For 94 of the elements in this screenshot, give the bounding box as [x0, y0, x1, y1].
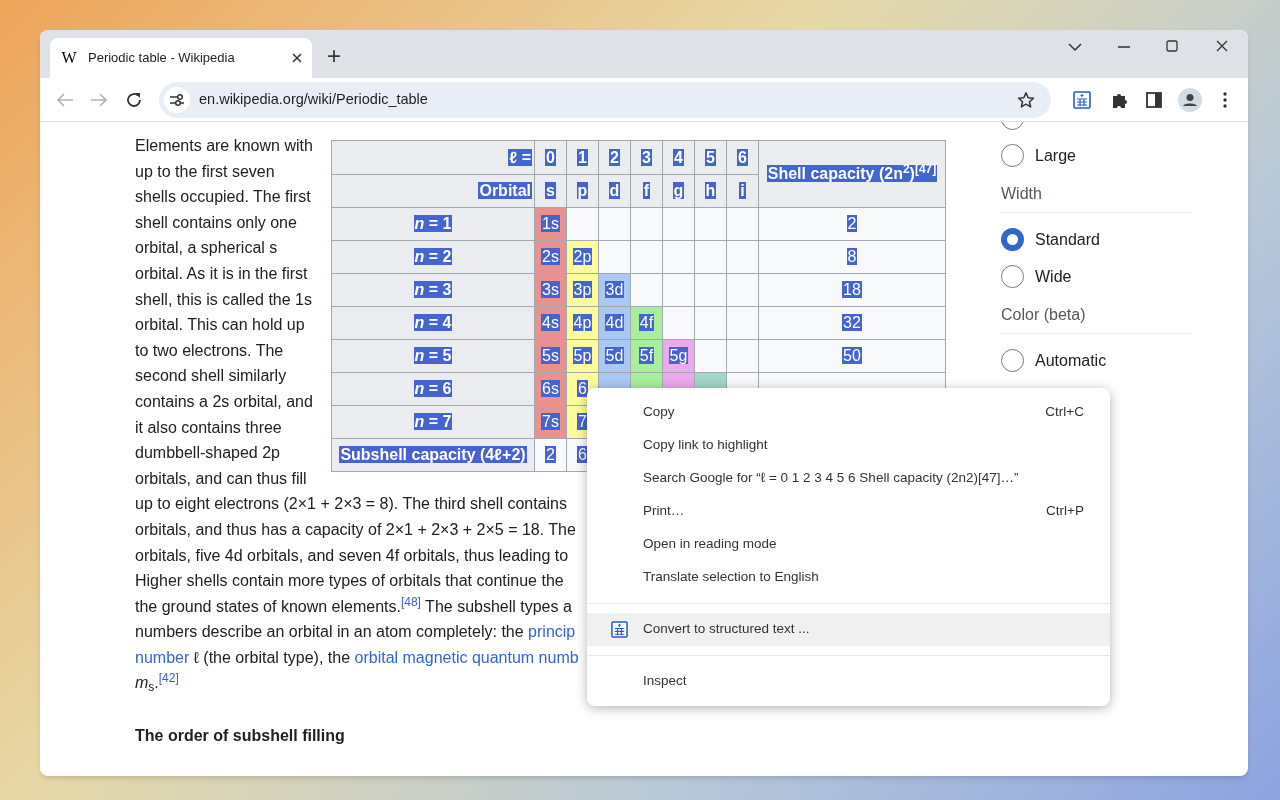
maximize-icon[interactable]	[1166, 40, 1178, 52]
radio-button[interactable]	[1001, 228, 1024, 251]
table-cell-text: 5d	[604, 347, 625, 364]
radio-button[interactable]	[1001, 144, 1024, 167]
table-cell-text: 2s	[541, 248, 560, 265]
table-cell-text: 6	[577, 446, 588, 463]
table-cell-text: 2	[609, 148, 620, 166]
table-cell-text: 50	[842, 347, 862, 364]
table-cell-text: n = 3	[413, 281, 453, 298]
table-cell-text: 6	[577, 380, 588, 397]
table-cell-text: d	[608, 182, 621, 199]
profile-avatar-icon[interactable]	[1178, 87, 1202, 112]
table-cell-text: 3s	[541, 281, 560, 298]
table-cell-text: ℓ =	[508, 148, 532, 166]
table-cell-text: Subshell capacity (4ℓ+2)	[339, 446, 527, 463]
table-cell-text: i	[739, 182, 746, 199]
more-options-icon[interactable]	[1223, 91, 1227, 108]
table-cell-text: 32	[842, 314, 862, 331]
group-heading: Color (beta)	[1001, 295, 1192, 334]
menu-item[interactable]: Copy link to highlight	[587, 429, 1110, 462]
table-cell-text: 1	[577, 148, 588, 166]
table-cell-text: 6	[737, 148, 748, 166]
table-cell-text: Orbital	[478, 182, 532, 199]
table-cell-text: 5	[705, 148, 716, 166]
url-text[interactable]: en.wikipedia.org/wiki/Periodic_table	[199, 88, 428, 111]
table-cell-text: 3	[641, 148, 652, 166]
section-heading: The order of subshell filling	[135, 726, 346, 747]
link[interactable]: princip	[528, 623, 576, 641]
table-cell-text: Shell capacity (2n$^{2}$)$^{[47]}$	[766, 165, 938, 182]
table-cell-text: p	[576, 182, 589, 199]
site-settings-icon[interactable]	[164, 86, 190, 113]
browser-tab[interactable]: W Periodic table - Wikipedia	[50, 38, 312, 78]
close-icon[interactable]	[1216, 40, 1228, 52]
table-cell-text: 7	[577, 413, 588, 430]
shortcut-text: Ctrl+P	[1046, 502, 1084, 521]
table-cell-text: 2	[545, 446, 556, 463]
menu-item[interactable]: Translate selection to English	[587, 561, 1110, 594]
radio-button[interactable]	[1001, 265, 1024, 288]
table-cell-text: 5g	[668, 347, 689, 364]
radio-option[interactable]: Large	[1001, 137, 1192, 174]
reload-icon[interactable]	[125, 90, 143, 109]
table-cell-text: g	[672, 182, 685, 199]
table-cell-text: n = 5	[413, 347, 453, 364]
address-bar[interactable]: en.wikipedia.org/wiki/Periodic_table	[159, 81, 1051, 118]
table-cell-text: 3p	[572, 281, 593, 298]
menu-item[interactable]: Copy Ctrl+C	[587, 396, 1110, 429]
table-cell-text: 18	[842, 281, 862, 298]
radio-option[interactable]: Wide	[1001, 258, 1192, 295]
radio-button[interactable]	[1001, 349, 1024, 372]
table-cell-text: 5p	[572, 347, 593, 364]
table-cell-text: 4f	[638, 314, 655, 331]
link[interactable]: [42]	[158, 674, 179, 692]
star-icon[interactable]	[1017, 90, 1035, 109]
radio-option[interactable]: Automatic	[1001, 342, 1192, 379]
close-icon[interactable]	[292, 53, 302, 63]
menu-item[interactable]: Inspect	[587, 665, 1110, 698]
menu-item[interactable]: Search Google for “ℓ = 0 1 2 3 4 5 6 Shell capacity (2n2)[47]…”	[587, 462, 1110, 495]
table-cell-text: n = 7	[413, 413, 453, 430]
table-cell-text: 1s	[541, 215, 560, 232]
table-cell-text: 8	[846, 248, 858, 265]
table-cell-text: 4p	[572, 314, 593, 331]
link[interactable]: number	[135, 648, 190, 666]
table-cell-text: s	[545, 182, 556, 199]
table-cell-text: f	[642, 182, 651, 199]
table-cell-text: 2	[846, 215, 858, 232]
favicon: W	[60, 48, 78, 68]
table-cell-text: h	[704, 182, 717, 199]
table-cell-text: n = 6	[413, 380, 453, 397]
radio-option[interactable]: Standard	[1001, 221, 1192, 258]
link[interactable]: [48]	[400, 597, 421, 615]
new-tab-button[interactable]: +	[320, 42, 348, 70]
table-cell-text: 3d	[604, 281, 625, 298]
group-heading: Width	[1001, 174, 1192, 213]
shortcut-text: Ctrl+C	[1045, 403, 1084, 422]
table-cell-text: n = 1	[413, 215, 453, 232]
table-cell-text: 4s	[541, 314, 560, 331]
chevron-down-icon[interactable]	[1068, 42, 1082, 52]
table-cell-text: 4	[673, 148, 684, 166]
table-cell-text: 2p	[572, 248, 593, 265]
table-icon	[611, 621, 628, 638]
table-cell-text: 5f	[638, 347, 655, 364]
menu-item[interactable]: Convert to structured text ...	[587, 613, 1110, 646]
table-cell-text: n = 4	[413, 314, 453, 331]
menu-item[interactable]: Print… Ctrl+P	[587, 495, 1110, 528]
side-panel-icon[interactable]	[1146, 91, 1162, 108]
table-cell-text: 4d	[604, 314, 625, 331]
table-cell-text: 7s	[541, 413, 560, 430]
table-cell-text: 6s	[541, 380, 560, 397]
menu-item[interactable]: Open in reading mode	[587, 528, 1110, 561]
table-cell-text: 5s	[541, 347, 560, 364]
table-cell-text: 0	[545, 148, 556, 166]
table-cell-text: n = 2	[413, 248, 453, 265]
table-icon[interactable]	[1073, 90, 1091, 109]
link[interactable]: orbital magnetic quantum numb	[354, 648, 579, 666]
